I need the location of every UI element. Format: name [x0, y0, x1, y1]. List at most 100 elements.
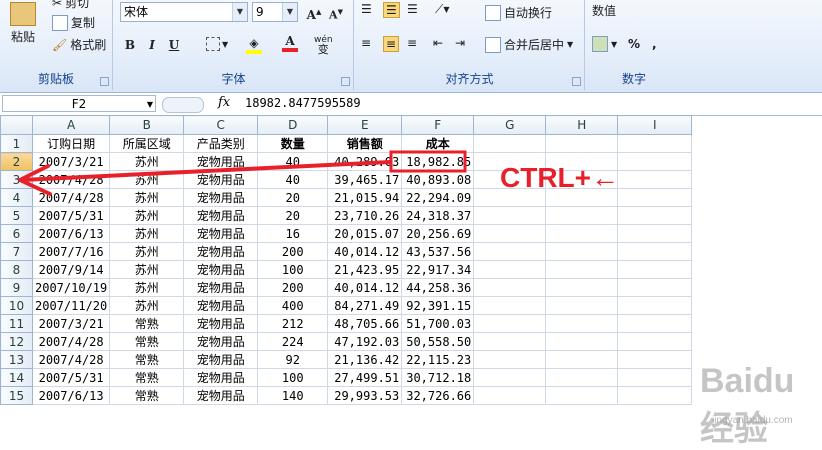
shrink-font-button[interactable]: A▼: [326, 2, 346, 22]
data-cell[interactable]: 23,710.26: [327, 206, 403, 225]
grow-font-button[interactable]: A▲: [304, 2, 324, 22]
data-cell[interactable]: 苏州: [109, 260, 185, 279]
data-cell[interactable]: 常熟: [109, 386, 185, 405]
data-cell[interactable]: 47,192.03: [327, 332, 403, 351]
font-name-select[interactable]: 宋体 ▼: [120, 2, 248, 22]
row-header[interactable]: 9: [0, 278, 33, 297]
row-header[interactable]: 11: [0, 314, 33, 333]
data-cell[interactable]: 92: [257, 350, 329, 369]
empty-cell[interactable]: [473, 260, 547, 279]
data-cell[interactable]: 32,726.66: [401, 386, 475, 405]
align-top-button[interactable]: ☰: [361, 2, 372, 16]
empty-cell[interactable]: [545, 206, 619, 225]
font-dialog-launcher-icon[interactable]: [341, 77, 350, 86]
data-cell[interactable]: 苏州: [109, 278, 185, 297]
data-cell[interactable]: 2007/4/28: [31, 332, 111, 351]
column-header[interactable]: I: [617, 115, 693, 135]
empty-cell[interactable]: [473, 296, 547, 315]
data-cell[interactable]: 宠物用品: [183, 170, 259, 189]
data-cell[interactable]: 2007/4/28: [31, 170, 111, 189]
row-header[interactable]: 1: [0, 134, 33, 153]
data-cell[interactable]: 24,318.37: [401, 206, 475, 225]
data-cell[interactable]: 40,289.03: [327, 152, 403, 171]
data-cell[interactable]: 140: [257, 386, 329, 405]
borders-button[interactable]: ▼: [206, 37, 228, 51]
data-cell[interactable]: 30,712.18: [401, 368, 475, 387]
header-cell[interactable]: 产品类别: [183, 134, 259, 153]
data-cell[interactable]: 20: [257, 188, 329, 207]
align-center-button[interactable]: ≡: [383, 36, 400, 52]
data-cell[interactable]: 100: [257, 368, 329, 387]
header-cell[interactable]: 数量: [257, 134, 329, 153]
data-cell[interactable]: 50,558.50: [401, 332, 475, 351]
data-cell[interactable]: 400: [257, 296, 329, 315]
data-cell[interactable]: 苏州: [109, 296, 185, 315]
empty-cell[interactable]: [473, 206, 547, 225]
empty-cell[interactable]: [617, 170, 693, 189]
active-cell[interactable]: 18,982.85: [401, 152, 475, 171]
insert-function-icon[interactable]: fx: [218, 95, 230, 110]
wrap-text-button[interactable]: 自动换行: [485, 4, 552, 21]
empty-cell[interactable]: [545, 350, 619, 369]
data-cell[interactable]: 2007/3/21: [31, 314, 111, 333]
increase-indent-button[interactable]: ⇥: [455, 36, 465, 50]
data-cell[interactable]: 40,014.12: [327, 278, 403, 297]
row-header[interactable]: 15: [0, 386, 33, 405]
font-size-select[interactable]: 9 ▼: [252, 2, 298, 22]
data-cell[interactable]: 92,391.15: [401, 296, 475, 315]
row-header[interactable]: 7: [0, 242, 33, 261]
row-header[interactable]: 8: [0, 260, 33, 279]
data-cell[interactable]: 宠物用品: [183, 242, 259, 261]
data-cell[interactable]: 21,015.94: [327, 188, 403, 207]
column-header[interactable]: D: [257, 115, 329, 135]
phonetic-guide-button[interactable]: wén 变: [314, 36, 333, 56]
row-header[interactable]: 13: [0, 350, 33, 369]
align-left-button[interactable]: ≡: [361, 36, 371, 50]
data-cell[interactable]: 常熟: [109, 332, 185, 351]
data-cell[interactable]: 40: [257, 170, 329, 189]
data-cell[interactable]: 2007/10/19: [31, 278, 111, 297]
data-cell[interactable]: 常熟: [109, 368, 185, 387]
paste-button[interactable]: 粘贴: [10, 2, 36, 45]
data-cell[interactable]: 20,015.07: [327, 224, 403, 243]
row-header[interactable]: 10: [0, 296, 33, 315]
header-cell[interactable]: 销售额: [327, 134, 403, 153]
data-cell[interactable]: 43,537.56: [401, 242, 475, 261]
percent-button[interactable]: %: [628, 37, 640, 51]
number-format-select[interactable]: 数值: [592, 2, 616, 19]
data-cell[interactable]: 20: [257, 206, 329, 225]
alignment-dialog-launcher-icon[interactable]: [572, 77, 581, 86]
align-bottom-button[interactable]: ☰: [407, 2, 418, 16]
row-header[interactable]: 14: [0, 368, 33, 387]
data-cell[interactable]: 苏州: [109, 206, 185, 225]
data-cell[interactable]: 宠物用品: [183, 314, 259, 333]
data-cell[interactable]: 苏州: [109, 224, 185, 243]
header-cell[interactable]: 所属区域: [109, 134, 185, 153]
data-cell[interactable]: 21,136.42: [327, 350, 403, 369]
data-cell[interactable]: 84,271.49: [327, 296, 403, 315]
data-cell[interactable]: 宠物用品: [183, 188, 259, 207]
data-cell[interactable]: 2007/6/13: [31, 224, 111, 243]
empty-cell[interactable]: [545, 332, 619, 351]
data-cell[interactable]: 苏州: [109, 242, 185, 261]
data-cell[interactable]: 212: [257, 314, 329, 333]
font-color-button[interactable]: A: [282, 34, 298, 52]
column-header[interactable]: H: [545, 115, 619, 135]
accounting-format-button[interactable]: ▼: [592, 36, 617, 52]
data-cell[interactable]: 44,258.36: [401, 278, 475, 297]
data-cell[interactable]: 2007/4/28: [31, 188, 111, 207]
row-header[interactable]: 2: [0, 152, 33, 171]
data-cell[interactable]: 苏州: [109, 188, 185, 207]
fill-color-button[interactable]: ◈: [246, 36, 262, 54]
empty-cell[interactable]: [545, 314, 619, 333]
formula-input[interactable]: 18982.8477595589: [245, 96, 361, 110]
data-cell[interactable]: 200: [257, 278, 329, 297]
data-cell[interactable]: 16: [257, 224, 329, 243]
data-cell[interactable]: 2007/4/28: [31, 350, 111, 369]
data-cell[interactable]: 苏州: [109, 152, 185, 171]
empty-cell[interactable]: [473, 368, 547, 387]
row-header[interactable]: 12: [0, 332, 33, 351]
row-header[interactable]: 4: [0, 188, 33, 207]
data-cell[interactable]: 29,993.53: [327, 386, 403, 405]
empty-cell[interactable]: [473, 242, 547, 261]
